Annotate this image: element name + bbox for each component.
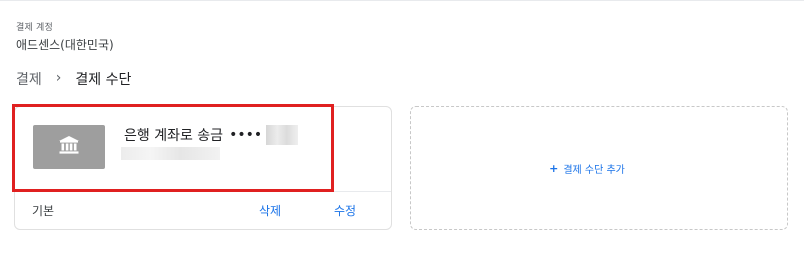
add-payment-method-card[interactable]: + 결제 수단 추가	[410, 106, 788, 230]
account-name: 애드센스(대한민국)	[16, 38, 114, 52]
card-divider	[15, 191, 391, 192]
top-divider	[0, 0, 804, 1]
add-payment-method-button[interactable]: + 결제 수단 추가	[549, 161, 625, 176]
redacted-account-details	[121, 147, 220, 160]
add-payment-method-label: 결제 수단 추가	[563, 164, 625, 176]
bank-thumbnail	[33, 125, 105, 169]
payment-method-title: 은행 계좌로 송금 ••••	[124, 125, 299, 145]
default-status-label: 기본	[32, 204, 55, 218]
plus-icon: +	[549, 161, 559, 175]
page-title: 결제 수단	[75, 72, 132, 88]
masked-dots: ••••	[229, 127, 263, 143]
delete-button[interactable]: 삭제	[259, 202, 281, 219]
breadcrumb-parent-link[interactable]: 결제	[16, 69, 42, 89]
bank-icon	[58, 135, 80, 159]
edit-button[interactable]: 수정	[334, 202, 356, 219]
breadcrumb: 결제 › 결제 수단	[16, 69, 131, 89]
payment-method-name: 은행 계좌로 송금	[124, 128, 224, 144]
chevron-right-icon: ›	[55, 70, 62, 86]
redacted-account-digits	[266, 125, 299, 145]
account-label: 결제 계정	[16, 23, 53, 33]
